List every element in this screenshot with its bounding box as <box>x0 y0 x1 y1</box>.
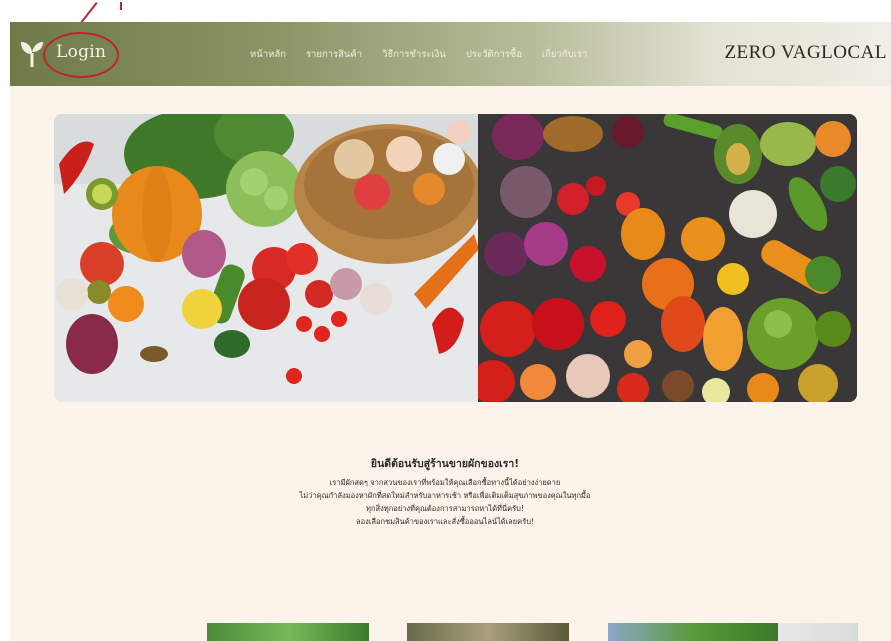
nav-item-payment[interactable]: วิธีการชำระเงิน <box>382 47 446 62</box>
sprout-leaf-icon <box>21 42 43 67</box>
product-thumbnail[interactable] <box>778 623 858 641</box>
product-thumbnail[interactable] <box>407 623 569 641</box>
welcome-line: เรามีผักสดๆ จากสวนของเราที่พร้อมให้คุณเล… <box>329 478 561 487</box>
welcome-section: ยินดีต้อนรับสู่ร้านขายผักของเรา! เรามีผั… <box>230 455 660 528</box>
hero-image-vegetables-left <box>54 114 479 402</box>
hero-image-vegetables-right <box>478 114 857 402</box>
nav-item-order-history[interactable]: ประวัติการซื้อ <box>466 47 522 62</box>
product-thumbnail[interactable] <box>207 623 369 641</box>
product-thumbnail[interactable] <box>608 623 778 641</box>
welcome-title: ยินดีต้อนรับสู่ร้านขายผักของเรา! <box>370 458 520 470</box>
nav-item-about[interactable]: เกี่ยวกับเรา <box>542 47 587 62</box>
top-navbar: Login หน้าหลัก รายการสินค้า วิธีการชำระเ… <box>10 22 891 86</box>
welcome-line: ทุกสิ่งทุกอย่างที่คุณต้องการสามารถหาได้ท… <box>366 504 524 513</box>
welcome-line: ไม่ว่าคุณกำลังมองหาผักที่สดใหม่สำหรับอาห… <box>299 491 591 500</box>
annotation-pointer-tick <box>120 2 122 10</box>
annotation-circle <box>43 32 119 78</box>
brand-name: ZERO VAGLOCAL <box>724 42 887 63</box>
welcome-line: ลองเลือกชมสินค้าของเราและสั่งซื้อออนไลน์… <box>356 517 534 526</box>
main-nav: หน้าหลัก รายการสินค้า วิธีการชำระเงิน ปร… <box>250 47 607 62</box>
nav-item-home[interactable]: หน้าหลัก <box>250 47 286 62</box>
nav-item-products[interactable]: รายการสินค้า <box>306 47 362 62</box>
